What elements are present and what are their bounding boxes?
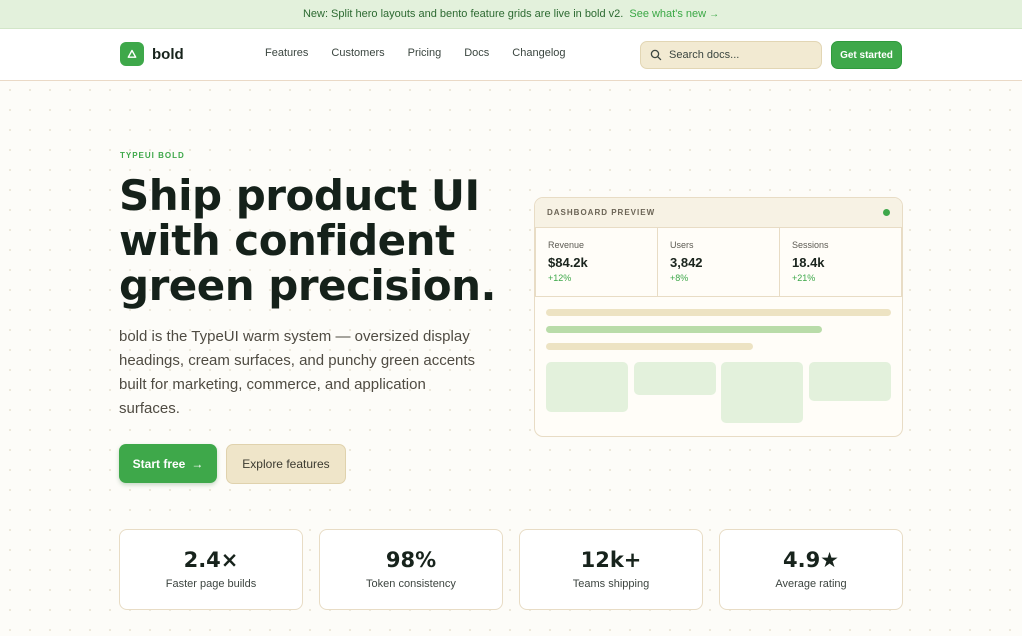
nav-link-docs[interactable]: Docs — [464, 47, 489, 59]
metric-label: Sessions — [792, 240, 829, 250]
search-box[interactable] — [640, 41, 822, 69]
announcement-text: New: Split hero layouts and bento featur… — [302, 8, 624, 20]
metric-revenue: Revenue $84.2k +12% — [536, 228, 658, 296]
stat-card: 4.9★ Average rating — [719, 529, 903, 610]
arrow-right-icon: → — [709, 8, 720, 20]
metric-delta: +21% — [792, 273, 816, 283]
stat-label: Teams shipping — [572, 578, 650, 590]
search-icon — [650, 49, 662, 61]
start-free-button[interactable]: Start free → — [119, 444, 217, 483]
announcement-link-label: See what's new — [629, 8, 707, 20]
get-started-button[interactable]: Get started — [831, 41, 902, 69]
skeleton-tile — [809, 362, 891, 401]
stat-card: 12k+ Teams shipping — [519, 529, 703, 610]
hero-subtitle: bold is the TypeUI warm system — oversiz… — [119, 328, 476, 417]
dashboard-header: DASHBOARD PREVIEW — [535, 198, 902, 228]
skeleton-tile — [546, 362, 628, 412]
nav-link-pricing[interactable]: Pricing — [408, 47, 442, 59]
announcement-bar: New: Split hero layouts and bento featur… — [0, 0, 1022, 29]
stat-label: Average rating — [775, 578, 847, 590]
metric-value: 3,842 — [670, 255, 703, 270]
top-nav: bold Features Customers Pricing Docs Cha… — [0, 29, 1022, 81]
start-free-label: Start free — [132, 456, 186, 471]
stat-value: 98% — [385, 548, 437, 572]
dashboard-preview-card: DASHBOARD PREVIEW Revenue $84.2k +12% Us… — [534, 197, 903, 437]
dashboard-label: DASHBOARD PREVIEW — [547, 208, 656, 217]
logo-mark-icon — [120, 42, 144, 66]
stat-value: 2.4× — [183, 548, 239, 572]
search-input[interactable] — [669, 49, 809, 61]
stat-card: 98% Token consistency — [319, 529, 503, 610]
metric-label: Revenue — [548, 240, 585, 250]
metric-users: Users 3,842 +8% — [658, 228, 780, 296]
metric-value: $84.2k — [548, 255, 588, 270]
metric-label: Users — [670, 240, 694, 250]
metric-sessions: Sessions 18.4k +21% — [780, 228, 901, 296]
logo[interactable]: bold — [120, 42, 184, 66]
nav-link-changelog[interactable]: Changelog — [512, 47, 565, 59]
metrics-row: Revenue $84.2k +12% Users 3,842 +8% Sess… — [535, 228, 902, 297]
metric-value: 18.4k — [792, 255, 825, 270]
stat-card: 2.4× Faster page builds — [119, 529, 303, 610]
nav-link-features[interactable]: Features — [265, 47, 308, 59]
skeleton-bar — [546, 343, 753, 350]
status-dot-icon — [883, 209, 890, 216]
nav-link-customers[interactable]: Customers — [331, 47, 384, 59]
stat-value: 4.9★ — [782, 548, 840, 572]
logo-text: bold — [152, 45, 184, 63]
hero-eyebrow: TYPEUI BOLD — [120, 151, 185, 160]
arrow-right-icon: → — [191, 456, 204, 471]
explore-features-button[interactable]: Explore features — [226, 444, 346, 484]
skeleton-bar — [546, 309, 891, 316]
announcement-link[interactable]: See what's new → — [629, 8, 719, 20]
stat-label: Faster page builds — [165, 578, 257, 590]
hero-title: Ship product UI with confident green pre… — [119, 171, 496, 310]
stat-label: Token consistency — [366, 578, 456, 590]
nav-links: Features Customers Pricing Docs Changelo… — [265, 47, 566, 59]
skeleton-tile — [634, 362, 716, 395]
skeleton-tile — [721, 362, 803, 423]
stat-value: 12k+ — [580, 548, 642, 572]
metric-delta: +12% — [548, 273, 572, 283]
metric-delta: +8% — [670, 273, 689, 283]
skeleton-bar — [546, 326, 822, 333]
